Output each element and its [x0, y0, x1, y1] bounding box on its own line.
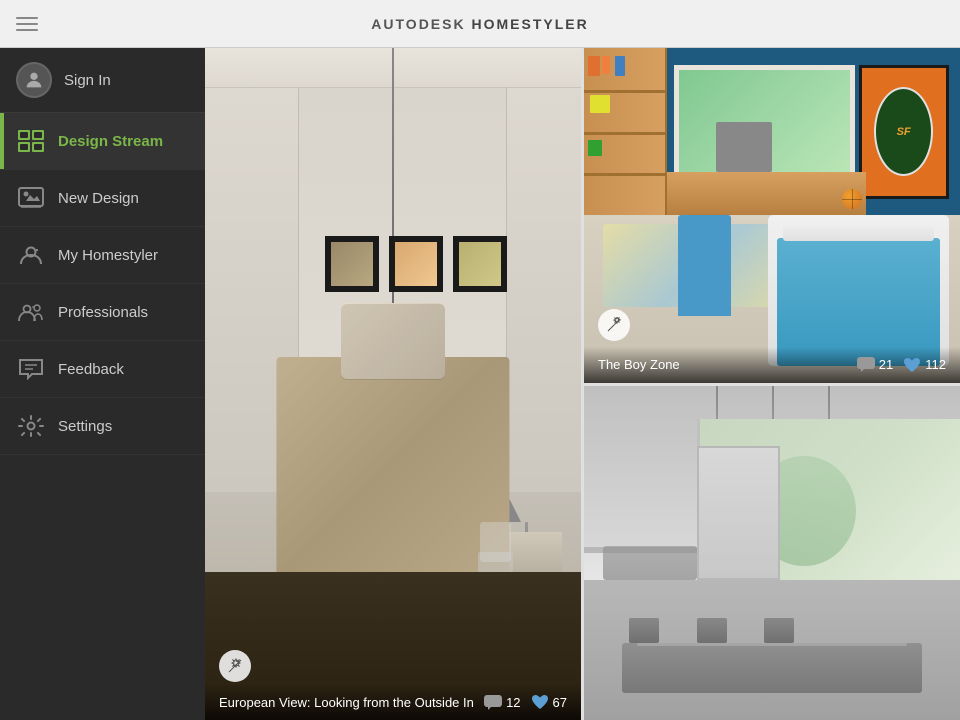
feedback-icon: [16, 354, 46, 384]
design-stream-icon: [16, 126, 46, 156]
sign-in-button[interactable]: Sign In: [0, 48, 205, 113]
professionals-icon: [16, 297, 46, 327]
settings-icon: [16, 411, 46, 441]
comment-count-2: 21: [879, 357, 893, 372]
heart-icon: [531, 694, 549, 710]
wand-icon-2: [606, 317, 622, 333]
new-design-icon: [16, 183, 46, 213]
like-stat-2: 112: [903, 357, 946, 373]
avatar: [16, 62, 52, 98]
card-title-2: The Boy Zone: [598, 357, 680, 372]
sidebar-item-label: Settings: [58, 418, 112, 435]
like-stat-1: 67: [531, 694, 567, 710]
header: AUTODESK HOMESTYLER: [0, 0, 960, 48]
sidebar-item-design-stream[interactable]: Design Stream: [0, 113, 205, 170]
title-suffix: HOMESTYLER: [471, 16, 588, 32]
sidebar-item-label: My Homestyler: [58, 247, 158, 264]
design-grid: European View: Looking from the Outside …: [205, 48, 960, 720]
card-overlay-1: European View: Looking from the Outside …: [205, 684, 581, 720]
sidebar-item-feedback[interactable]: Feedback: [0, 341, 205, 398]
sign-in-label: Sign In: [64, 72, 111, 89]
app-title: AUTODESK HOMESTYLER: [371, 16, 588, 32]
sidebar: Sign In Design Stream: [0, 48, 205, 720]
sidebar-item-settings[interactable]: Settings: [0, 398, 205, 455]
like-count-1: 67: [553, 695, 567, 710]
comment-icon-2: [857, 357, 875, 372]
comment-icon: [484, 695, 502, 710]
card-stats-1: 12 67: [484, 694, 567, 710]
sidebar-item-label: Feedback: [58, 361, 124, 378]
card-stats-2: 21 112: [857, 357, 946, 373]
sidebar-item-label: New Design: [58, 190, 139, 207]
design-card-2[interactable]: SF: [584, 48, 960, 383]
sidebar-item-label: Design Stream: [58, 133, 163, 150]
title-prefix: AUTODESK: [371, 16, 465, 32]
sidebar-item-label: Professionals: [58, 304, 148, 321]
person-icon: [23, 69, 45, 91]
card-overlay-2: The Boy Zone 21 112: [584, 347, 960, 383]
design-card-3[interactable]: [584, 386, 960, 720]
edit-button-2[interactable]: [598, 309, 630, 341]
sidebar-item-professionals[interactable]: Professionals: [0, 284, 205, 341]
card-title-1: European View: Looking from the Outside …: [219, 695, 474, 710]
wand-icon: [227, 658, 243, 674]
edit-button-1[interactable]: [219, 650, 251, 682]
my-homestyler-icon: [16, 240, 46, 270]
comment-count-1: 12: [506, 695, 520, 710]
menu-button[interactable]: [16, 13, 38, 35]
like-count-2: 112: [925, 357, 946, 372]
design-card-1[interactable]: European View: Looking from the Outside …: [205, 48, 581, 720]
comment-stat-1: 12: [484, 695, 520, 710]
sidebar-item-new-design[interactable]: New Design: [0, 170, 205, 227]
heart-icon-2: [903, 357, 921, 373]
sidebar-item-my-homestyler[interactable]: My Homestyler: [0, 227, 205, 284]
comment-stat-2: 21: [857, 357, 893, 372]
